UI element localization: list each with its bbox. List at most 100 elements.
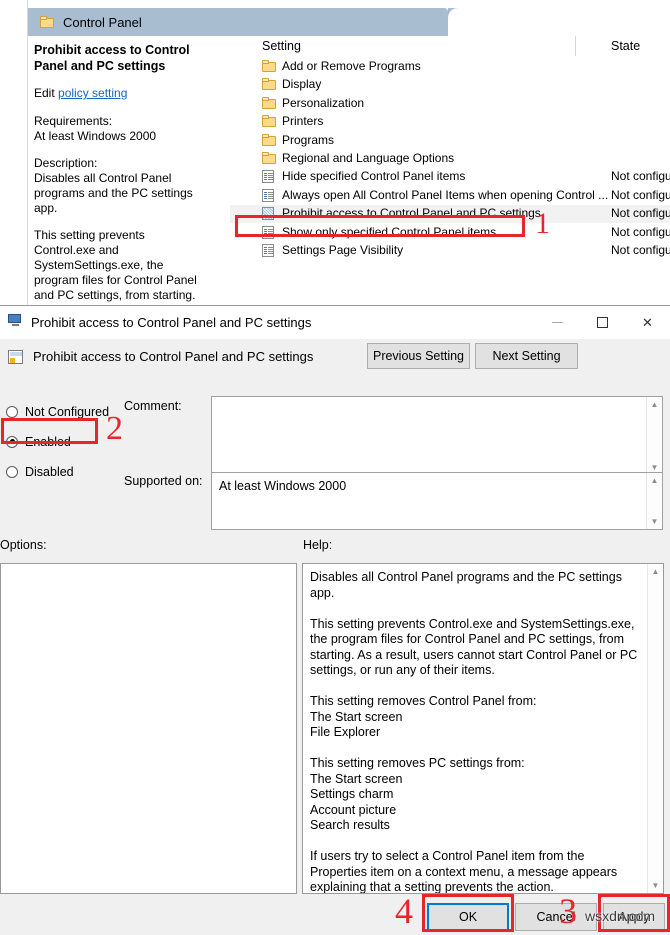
scroll-up-icon[interactable]: ▲: [648, 564, 663, 579]
table-row[interactable]: Settings Page Visibility Not configured: [230, 242, 670, 260]
policy-setting-link[interactable]: policy setting: [58, 86, 127, 100]
table-row[interactable]: Hide specified Control Panel items Not co…: [230, 168, 670, 186]
scroll-up-icon[interactable]: ▲: [647, 397, 662, 412]
options-panel[interactable]: [0, 563, 297, 894]
scroll-down-icon[interactable]: ▼: [647, 514, 662, 529]
dialog-header: Prohibit access to Control Panel and PC …: [0, 339, 670, 396]
setting-state: Not configured: [611, 187, 670, 202]
cancel-button[interactable]: Cancel: [515, 903, 597, 931]
supported-on-scrollbar[interactable]: ▲ ▼: [646, 473, 662, 529]
setting-name: Settings Page Visibility: [282, 243, 404, 257]
policy-doc-icon: [262, 244, 274, 260]
setting-state: Not configured: [611, 243, 670, 257]
setting-state: Not configured: [611, 206, 670, 221]
requirements-label: Requirements:: [34, 114, 113, 128]
setting-name: Always open All Control Panel Items when…: [282, 187, 609, 202]
radio-dot-enabled: [6, 435, 18, 448]
folder-icon: [40, 15, 55, 29]
help-label: Help:: [303, 538, 333, 552]
setting-name: Display: [282, 77, 322, 92]
column-header-setting[interactable]: Setting: [262, 39, 301, 53]
folder-icon: [262, 152, 277, 168]
setting-name: Add or Remove Programs: [282, 59, 421, 73]
radio-label-disabled: Disabled: [25, 464, 74, 479]
ok-button[interactable]: OK: [427, 903, 509, 931]
table-row[interactable]: Programs: [230, 132, 670, 150]
policy-doc-icon: [262, 188, 274, 205]
tab-bar-filler: [448, 8, 670, 36]
policy-doc-icon: [262, 207, 274, 223]
table-row[interactable]: Always open All Control Panel Items when…: [230, 187, 670, 205]
table-row[interactable]: Regional and Language Options: [230, 150, 670, 168]
apply-button[interactable]: Apply: [603, 903, 665, 931]
table-row[interactable]: Show only specified Control Panel items N…: [230, 224, 670, 242]
help-panel: Disables all Control Panel programs and …: [302, 563, 664, 894]
radio-label-not-configured: Not Configured: [25, 404, 110, 419]
radio-not-configured[interactable]: Not Configured: [6, 401, 126, 422]
description-block-2: This setting prevents Control.exe and Sy…: [34, 228, 200, 310]
folder-icon: [262, 60, 277, 76]
options-label: Options:: [0, 538, 47, 552]
help-text: Disables all Control Panel programs and …: [310, 570, 638, 894]
comment-scrollbar[interactable]: ▲ ▼: [646, 397, 662, 475]
scroll-down-icon[interactable]: ▼: [648, 878, 663, 893]
table-row[interactable]: Prohibit access to Control Panel and PC …: [230, 205, 670, 224]
column-header-state[interactable]: State: [611, 39, 640, 53]
setting-name: Programs: [282, 132, 335, 147]
tab-control-panel[interactable]: Control Panel: [28, 8, 448, 36]
policy-icon: [8, 350, 23, 369]
table-row[interactable]: Add or Remove Programs: [230, 58, 670, 76]
table-row[interactable]: Display: [230, 76, 670, 94]
folder-icon: [262, 78, 277, 94]
state-radio-group: Not Configured Enabled Disabled: [6, 401, 126, 491]
folder-icon: [262, 133, 277, 150]
edit-policy-line: Edit policy setting: [34, 86, 200, 100]
gpedit-left-gutter: [0, 0, 28, 310]
requirements-block: Requirements: At least Windows 2000: [34, 114, 200, 144]
radio-disabled[interactable]: Disabled: [6, 461, 126, 482]
close-button[interactable]: ✕: [625, 306, 670, 339]
tab-bar: Control Panel: [28, 8, 670, 36]
scroll-up-icon[interactable]: ▲: [647, 473, 662, 488]
policy-setting-dialog: Prohibit access to Control Panel and PC …: [0, 305, 670, 935]
dialog-header-title: Prohibit access to Control Panel and PC …: [33, 349, 314, 364]
setting-name: Regional and Language Options: [282, 151, 455, 165]
setting-name: Prohibit access to Control Panel and PC …: [282, 206, 541, 221]
requirements-value: At least Windows 2000: [34, 129, 157, 143]
supported-on-textbox: At least Windows 2000 ▲ ▼: [211, 472, 663, 530]
gpedit-body: Control Panel Prohibit access to Control…: [28, 0, 670, 310]
dialog-titlebar: Prohibit access to Control Panel and PC …: [0, 306, 670, 339]
settings-list: Setting State Add or Remove Programs Disp…: [230, 36, 670, 310]
dialog-button-row: OK Cancel Apply: [0, 901, 670, 935]
radio-dot-not-configured: [6, 405, 18, 418]
comment-label: Comment:: [124, 399, 182, 413]
window-controls: ✕: [535, 306, 670, 339]
description-label: Description:: [34, 156, 98, 170]
help-scrollbar[interactable]: ▲ ▼: [647, 564, 663, 893]
tab-control-panel-label: Control Panel: [63, 14, 142, 30]
folder-icon: [262, 96, 277, 113]
next-setting-button[interactable]: Next Setting: [475, 343, 578, 369]
setting-name: Personalization: [282, 95, 365, 110]
setting-name: Hide specified Control Panel items: [282, 169, 466, 184]
comment-textbox[interactable]: ▲ ▼: [211, 396, 663, 476]
table-row[interactable]: Personalization: [230, 95, 670, 113]
policy-editor-icon: [8, 313, 23, 332]
radio-label-enabled: Enabled: [25, 434, 71, 449]
folder-icon: [262, 115, 277, 131]
description-text-2: This setting prevents Control.exe and Sy…: [34, 228, 197, 310]
supported-on-value: At least Windows 2000: [219, 479, 347, 493]
edit-prefix-label: Edit: [34, 86, 59, 100]
group-policy-editor-window: Control Panel Prohibit access to Control…: [0, 0, 670, 310]
setting-description-pane: Prohibit access to Control Panel and PC …: [28, 36, 208, 310]
dialog-title: Prohibit access to Control Panel and PC …: [31, 315, 312, 330]
previous-setting-button[interactable]: Previous Setting: [367, 343, 470, 369]
minimize-button[interactable]: [535, 306, 580, 339]
maximize-button[interactable]: [580, 306, 625, 339]
table-row[interactable]: Printers: [230, 113, 670, 131]
radio-enabled[interactable]: Enabled: [6, 431, 126, 452]
policy-doc-icon: [262, 225, 274, 242]
supported-on-label: Supported on:: [124, 474, 203, 488]
description-block: Description: Disables all Control Panel …: [34, 156, 200, 216]
description-title: Prohibit access to Control Panel and PC …: [34, 43, 190, 73]
